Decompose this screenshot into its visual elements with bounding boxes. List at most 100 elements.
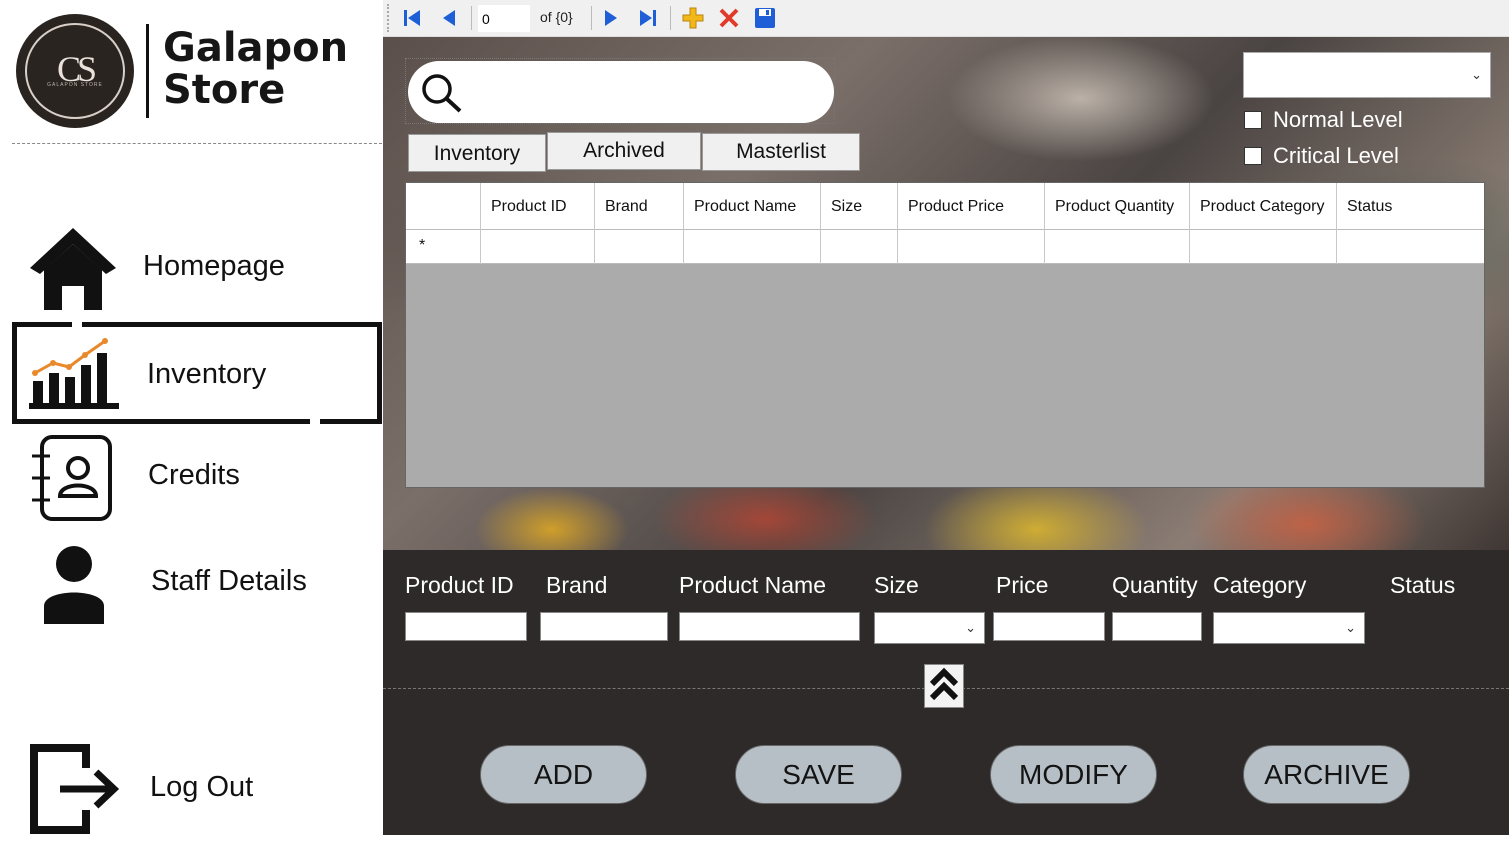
sidebar-item-homepage[interactable]: Homepage [12, 218, 382, 318]
critical-level-checkbox[interactable]: Critical Level [1244, 143, 1399, 169]
table-cell[interactable] [821, 230, 898, 264]
archive-button[interactable]: ARCHIVE [1243, 745, 1410, 804]
record-count: of {0} [540, 9, 573, 25]
tab-archived[interactable]: Archived [547, 132, 701, 170]
store-name-line1: Galapon [163, 25, 349, 71]
table-cell[interactable] [1337, 230, 1484, 264]
home-icon [28, 224, 118, 315]
size-label: Size [874, 572, 919, 598]
sidebar-separator [12, 143, 382, 144]
person-icon [42, 544, 106, 629]
collapse-panel-button[interactable] [924, 664, 964, 708]
new-row-marker: * [419, 237, 426, 254]
grid-header-row: Product ID Brand Product Name Size Produ… [406, 183, 1484, 230]
quantity-field[interactable] [1112, 612, 1202, 641]
store-logo: CS GALAPON STORE [16, 14, 134, 128]
move-last-icon[interactable] [637, 6, 659, 30]
search-container [405, 58, 835, 124]
column-header[interactable]: Product Quantity [1045, 183, 1190, 230]
app-window: CS GALAPON STORE Galapon Store Homepage [0, 0, 1509, 844]
logout-icon [28, 744, 124, 839]
inventory-grid[interactable]: Product ID Brand Product Name Size Produ… [405, 182, 1485, 488]
logo-small-text: GALAPON STORE [47, 82, 103, 88]
main-content: of {0} [383, 0, 1509, 844]
normal-level-checkbox[interactable]: Normal Level [1244, 107, 1403, 133]
add-new-icon[interactable] [681, 6, 705, 30]
table-cell[interactable] [898, 230, 1045, 264]
brand-field[interactable] [540, 612, 668, 641]
chevron-down-icon: ⌄ [1345, 620, 1356, 635]
delete-icon[interactable] [717, 6, 741, 30]
checkbox-box[interactable] [1244, 147, 1262, 165]
checkbox-label: Critical Level [1273, 143, 1399, 168]
column-header[interactable]: Status [1337, 183, 1484, 230]
chevron-down-icon: ⌄ [965, 620, 976, 635]
column-header[interactable]: Brand [595, 183, 684, 230]
store-name-line2: Store [163, 67, 286, 113]
position-input[interactable] [478, 5, 530, 32]
move-first-icon[interactable] [401, 6, 423, 30]
modify-button[interactable]: MODIFY [990, 745, 1157, 804]
sidebar-item-label: Credits [148, 459, 240, 491]
category-dropdown[interactable]: ⌄ [1213, 612, 1365, 644]
search-bar[interactable] [408, 61, 834, 123]
column-header[interactable]: Product Category [1190, 183, 1337, 230]
table-cell[interactable] [595, 230, 684, 264]
sidebar-item-log-out[interactable]: Log Out [12, 740, 382, 840]
tab-inventory[interactable]: Inventory [408, 134, 546, 172]
logo-divider [146, 24, 149, 118]
toolbar-grip[interactable] [387, 4, 390, 32]
table-cell[interactable] [684, 230, 821, 264]
save-button[interactable]: SAVE [735, 745, 902, 804]
sidebar-item-credits[interactable]: Credits [12, 428, 382, 528]
search-input[interactable] [474, 75, 814, 109]
level-filter-dropdown[interactable]: ⌄ [1243, 52, 1491, 98]
table-cell[interactable] [481, 230, 595, 264]
toolbar-separator [670, 6, 671, 30]
row-header-cell[interactable] [406, 183, 481, 230]
sidebar-item-label: Homepage [143, 250, 285, 282]
contacts-book-icon [30, 434, 114, 527]
status-label: Status [1390, 572, 1456, 598]
column-header[interactable]: Product Price [898, 183, 1045, 230]
sidebar-item-label: Staff Details [151, 565, 307, 597]
binding-navigator-toolbar: of {0} [383, 0, 1509, 37]
inventory-workspace: Inventory Archived Masterlist ⌄ Normal L… [383, 37, 1509, 550]
quantity-label: Quantity [1112, 572, 1198, 598]
brand-label: Brand [546, 572, 608, 598]
price-field[interactable] [993, 612, 1105, 641]
category-label: Category [1213, 572, 1307, 598]
checkbox-label: Normal Level [1273, 107, 1403, 132]
sidebar-item-inventory[interactable]: Inventory [12, 322, 382, 424]
chevron-down-icon: ⌄ [1471, 67, 1482, 82]
column-header[interactable]: Product ID [481, 183, 595, 230]
toolbar-separator [471, 6, 472, 30]
row-header-cell[interactable]: * [406, 230, 481, 264]
save-icon[interactable] [753, 6, 777, 30]
product-id-field[interactable] [405, 612, 527, 641]
search-icon [420, 72, 464, 119]
size-dropdown[interactable]: ⌄ [874, 612, 985, 644]
border-gap [72, 322, 82, 327]
table-cell[interactable] [1190, 230, 1337, 264]
column-header[interactable]: Product Name [684, 183, 821, 230]
table-cell[interactable] [1045, 230, 1190, 264]
bottom-strip [383, 835, 1509, 844]
double-chevron-up-icon [928, 666, 960, 707]
add-button[interactable]: ADD [480, 745, 647, 804]
sidebar-item-label: Log Out [150, 771, 254, 803]
product-name-label: Product Name [679, 572, 827, 598]
column-header[interactable]: Size [821, 183, 898, 230]
product-edit-panel: Product ID Brand Product Name Size Price… [383, 550, 1509, 835]
product-name-field[interactable] [679, 612, 860, 641]
sidebar-item-staff-details[interactable]: Staff Details [12, 534, 382, 634]
move-previous-icon[interactable] [439, 6, 459, 30]
price-label: Price [996, 572, 1049, 598]
toolbar-separator [591, 6, 592, 30]
tab-masterlist[interactable]: Masterlist [702, 133, 860, 171]
chart-icon [27, 335, 121, 416]
checkbox-box[interactable] [1244, 111, 1262, 129]
sidebar-item-label: Inventory [147, 358, 267, 390]
move-next-icon[interactable] [601, 6, 621, 30]
table-row[interactable]: * [406, 230, 1484, 264]
